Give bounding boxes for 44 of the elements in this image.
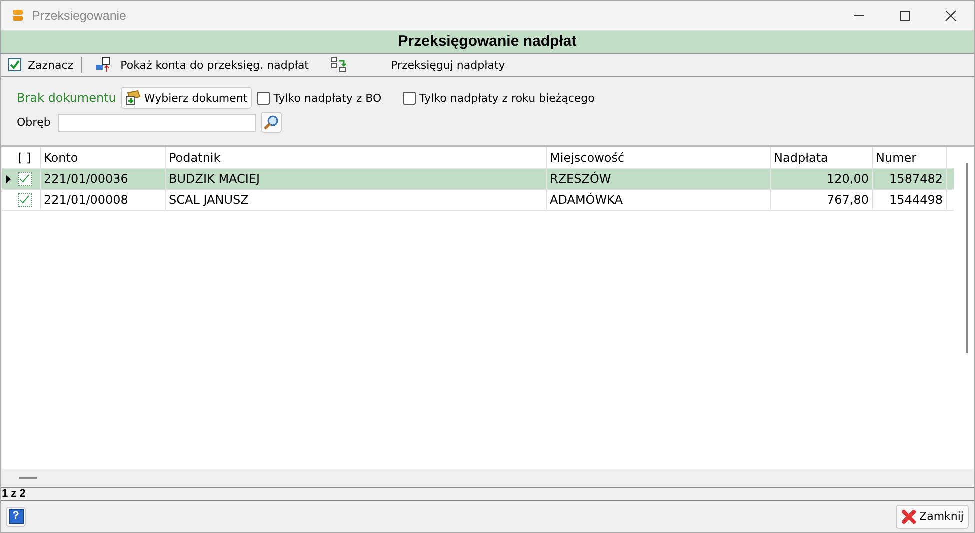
- computer-icon: [94, 57, 111, 73]
- transfer-icon: [331, 57, 349, 73]
- filter-checkbox[interactable]: Tylko nadpłaty z roku bieżącego: [402, 92, 595, 104]
- table-cell: 221/01/00008: [41, 190, 166, 210]
- row-pointer-icon: [6, 174, 11, 184]
- app-icon: [12, 9, 24, 22]
- table-cell: 767,80: [771, 190, 873, 210]
- column-header[interactable]: Nadpłata: [771, 147, 873, 168]
- toolbar-button[interactable]: Zaznacz: [5, 55, 77, 75]
- precinct-input[interactable]: [58, 114, 256, 132]
- scrollbar-thumb[interactable]: [966, 163, 968, 353]
- table-cell: 120,00: [771, 169, 873, 189]
- close-icon: [900, 508, 917, 524]
- scrollbar-thumb[interactable]: [19, 477, 37, 479]
- record-count: 1 z 2: [1, 487, 974, 501]
- close-icon[interactable]: [945, 10, 957, 22]
- table-cell: 221/01/00036: [41, 169, 166, 189]
- search-button[interactable]: [260, 112, 282, 133]
- table-cell: BUDZIK MACIEJ: [166, 169, 547, 189]
- window-title: Przeksiegowanie: [32, 8, 126, 22]
- toolbar-button[interactable]: Pokaż konta do przeksięg. nadpłat: [92, 55, 312, 75]
- choose-document-button[interactable]: Wybierz dokument: [121, 87, 252, 109]
- precinct-label: Obręb: [17, 116, 51, 129]
- checkbox-icon: [8, 58, 22, 72]
- help-button[interactable]: ?: [6, 506, 26, 526]
- document-add-icon: [125, 90, 142, 106]
- maximize-icon[interactable]: [899, 10, 911, 22]
- column-header[interactable]: Numer: [873, 147, 947, 168]
- document-status: Brak dokumentu: [17, 91, 116, 105]
- column-header[interactable]: Konto: [41, 147, 166, 168]
- header-title: Przeksięgowanie nadpłat: [1, 30, 974, 53]
- table-cell: 1587482: [873, 169, 947, 189]
- column-header[interactable]: Miejscowość: [547, 147, 771, 168]
- table-cell: SCAL JANUSZ: [166, 190, 547, 210]
- column-header[interactable]: [ ]: [15, 147, 41, 168]
- table-cell: ADAMÓWKA: [547, 190, 771, 210]
- row-checkbox[interactable]: [18, 172, 32, 186]
- table-cell: 1544498: [873, 190, 947, 210]
- toolbar-button[interactable]: Przeksięguj nadpłaty: [328, 55, 508, 75]
- close-button[interactable]: Zamknij: [896, 504, 969, 528]
- column-header[interactable]: Podatnik: [166, 147, 547, 168]
- table-cell: RZESZÓW: [547, 169, 771, 189]
- row-checkbox[interactable]: [18, 193, 32, 207]
- filter-checkbox[interactable]: Tylko nadpłaty z BO: [256, 92, 382, 104]
